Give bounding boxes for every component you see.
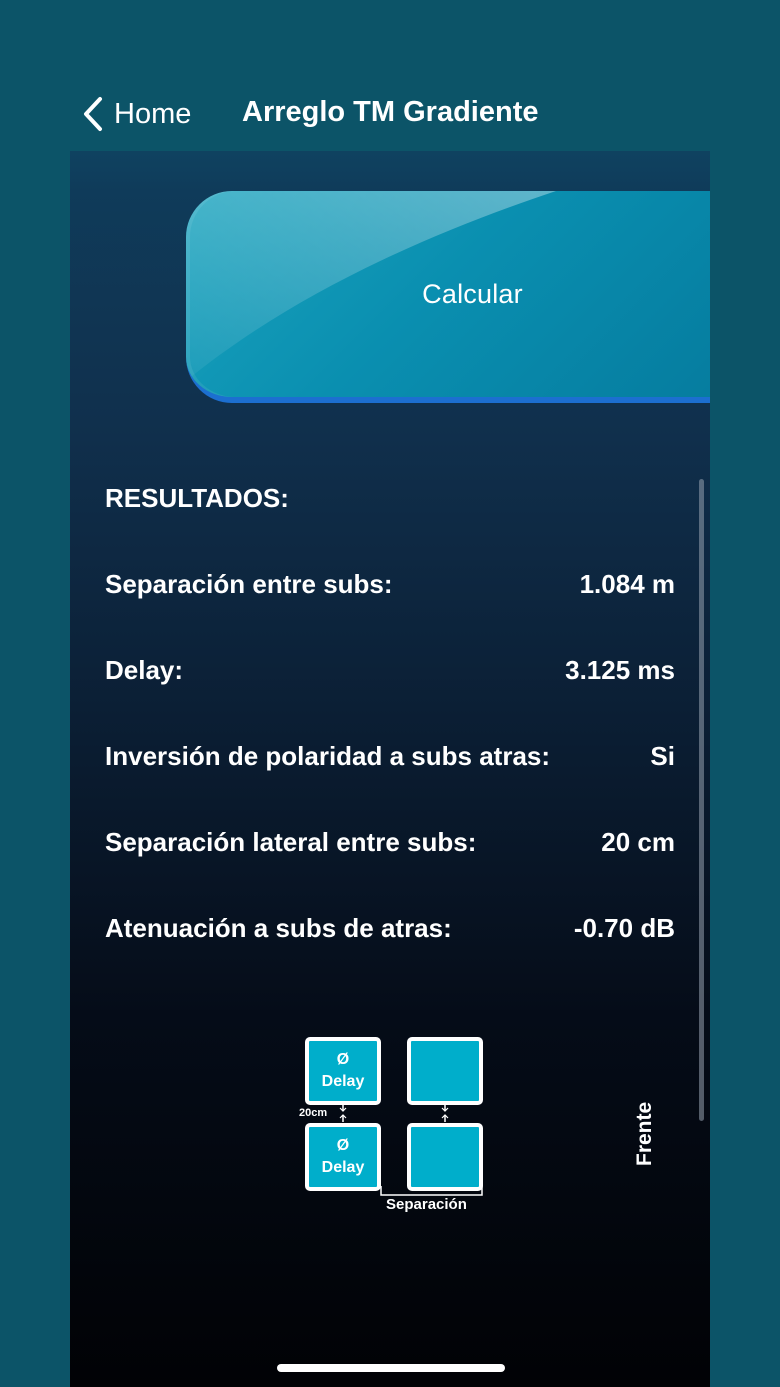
sub-array-diagram: Ø Delay Ø Delay 20cm Separación Frente (280, 1031, 680, 1231)
result-label: Delay: (105, 655, 184, 685)
scrollbar[interactable] (699, 479, 704, 1121)
calculate-button[interactable]: Calcular (186, 191, 710, 403)
panel-top-strip (70, 151, 710, 189)
result-row-separation: Separación entre subs: 1.084 m (105, 569, 675, 605)
result-label: Atenuación a subs de atras: (105, 913, 452, 943)
result-value: 1.084 m (579, 569, 675, 599)
result-label: Separación entre subs: (105, 569, 393, 599)
result-value: 3.125 ms (565, 655, 675, 685)
result-value: 20 cm (601, 827, 675, 857)
separation-label: Separación (386, 1196, 467, 1213)
front-label: Frente (633, 1101, 656, 1166)
page-title: Arreglo TM Gradiente (242, 96, 539, 128)
content-panel: Calcular RESULTADOS: Separación entre su… (70, 151, 710, 1387)
result-value: Si (650, 741, 675, 771)
results-heading: RESULTADOS: (105, 483, 289, 513)
calculate-button-label: Calcular (422, 278, 523, 309)
back-button-label: Home (114, 97, 192, 130)
result-row-attenuation: Atenuación a subs de atras: -0.70 dB (105, 913, 675, 949)
navigation-bar: Home Arreglo TM Gradiente (0, 80, 780, 146)
lateral-spacing-label: 20cm (299, 1107, 328, 1119)
chevron-left-icon (84, 97, 102, 131)
result-label: Separación lateral entre subs: (105, 827, 477, 857)
back-button[interactable]: Home (82, 94, 191, 134)
result-row-lateral-separation: Separación lateral entre subs: 20 cm (105, 827, 675, 863)
result-value: -0.70 dB (573, 913, 675, 943)
spacing-markers (339, 1104, 483, 1196)
result-label: Inversión de polaridad a subs atras: (105, 741, 551, 771)
result-row-delay: Delay: 3.125 ms (105, 655, 675, 691)
result-row-polarity: Inversión de polaridad a subs atras: Si (105, 741, 675, 777)
home-indicator[interactable] (277, 1364, 505, 1372)
